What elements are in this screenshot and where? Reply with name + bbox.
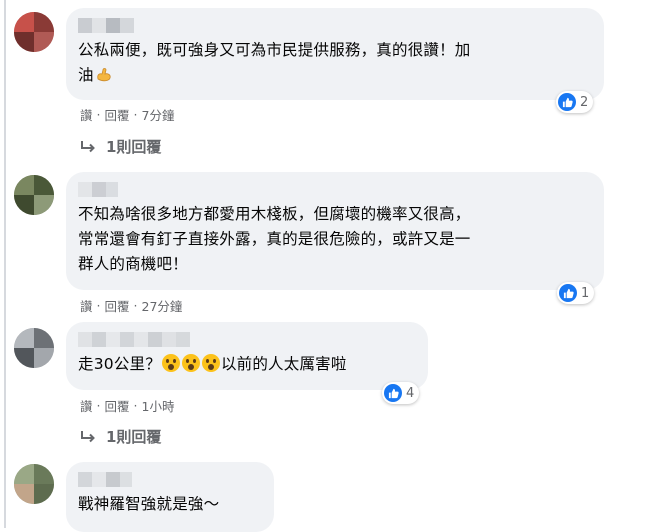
reaction-summary[interactable]: 4 — [382, 382, 420, 404]
avatar[interactable] — [14, 464, 54, 504]
surprised-face-emoji — [201, 354, 220, 372]
separator: · — [96, 298, 101, 313]
reply-button[interactable]: 回覆 — [105, 105, 130, 124]
view-replies-button[interactable]: 1則回覆 — [80, 136, 161, 157]
comment-bubble: 公私兩便，既可強身又可為市民提供服務，真的很讚！加 油 — [66, 8, 604, 100]
thumbs-up-icon — [558, 93, 576, 111]
commenter-name-blurred[interactable] — [78, 18, 592, 33]
like-button[interactable]: 讚 — [80, 105, 93, 124]
avatar[interactable] — [14, 328, 54, 368]
comment-actions: 讚 · 回覆 · 1小時 — [80, 396, 174, 415]
view-replies-button[interactable]: 1則回覆 — [80, 426, 161, 447]
timestamp-link[interactable]: 27分鐘 — [142, 296, 183, 315]
reply-button[interactable]: 回覆 — [105, 396, 130, 415]
commenter-name-blurred[interactable] — [78, 332, 416, 347]
reaction-count: 2 — [580, 94, 589, 110]
reaction-summary[interactable]: 1 — [557, 282, 595, 304]
comment-bubble: 戰神羅智強就是強～ — [66, 462, 274, 532]
reply-arrow-icon — [81, 140, 95, 152]
avatar[interactable] — [14, 12, 54, 52]
comment-text: 戰神羅智強就是強～ — [78, 495, 220, 513]
commenter-name-blurred[interactable] — [78, 182, 592, 197]
thread-line — [4, 0, 6, 528]
thumbs-up-icon — [384, 384, 402, 402]
replies-label: 1則回覆 — [106, 428, 162, 446]
timestamp-link[interactable]: 1小時 — [142, 396, 175, 415]
reaction-summary[interactable]: 2 — [556, 91, 594, 113]
timestamp-link[interactable]: 7分鐘 — [142, 105, 175, 124]
reaction-count: 4 — [406, 385, 415, 401]
separator: · — [133, 107, 138, 122]
reply-button[interactable]: 回覆 — [105, 296, 130, 315]
reaction-count: 1 — [581, 285, 590, 301]
avatar[interactable] — [14, 175, 54, 215]
comment-actions: 讚 · 回覆 · 27分鐘 — [80, 296, 182, 315]
comment-bubble: 走30公里？ 以前的人太厲害啦 — [66, 322, 428, 390]
commenter-name-blurred[interactable] — [78, 472, 262, 487]
comment-text: 不知為啥很多地方都愛用木棧板，但腐壞的機率又很高， 常常還會有釘子直接外露，真的… — [78, 205, 471, 273]
separator: · — [133, 398, 138, 413]
like-button[interactable]: 讚 — [80, 296, 93, 315]
reply-arrow-icon — [81, 430, 95, 442]
comment-bubble: 不知為啥很多地方都愛用木棧板，但腐壞的機率又很高， 常常還會有釘子直接外露，真的… — [66, 172, 604, 290]
flexed-biceps-emoji — [95, 65, 113, 83]
like-button[interactable]: 讚 — [80, 396, 93, 415]
replies-label: 1則回覆 — [106, 138, 162, 156]
comment-text: 公私兩便，既可強身又可為市民提供服務，真的很讚！加 油 — [78, 41, 471, 84]
comment-actions: 讚 · 回覆 · 7分鐘 — [80, 105, 174, 124]
thumbs-up-icon — [559, 284, 577, 302]
comment-text: 走30公里？ 以前的人太厲害啦 — [78, 354, 347, 373]
surprised-face-emoji — [161, 354, 180, 372]
surprised-face-emoji — [181, 354, 200, 372]
separator: · — [133, 298, 138, 313]
separator: · — [96, 107, 101, 122]
separator: · — [96, 398, 101, 413]
